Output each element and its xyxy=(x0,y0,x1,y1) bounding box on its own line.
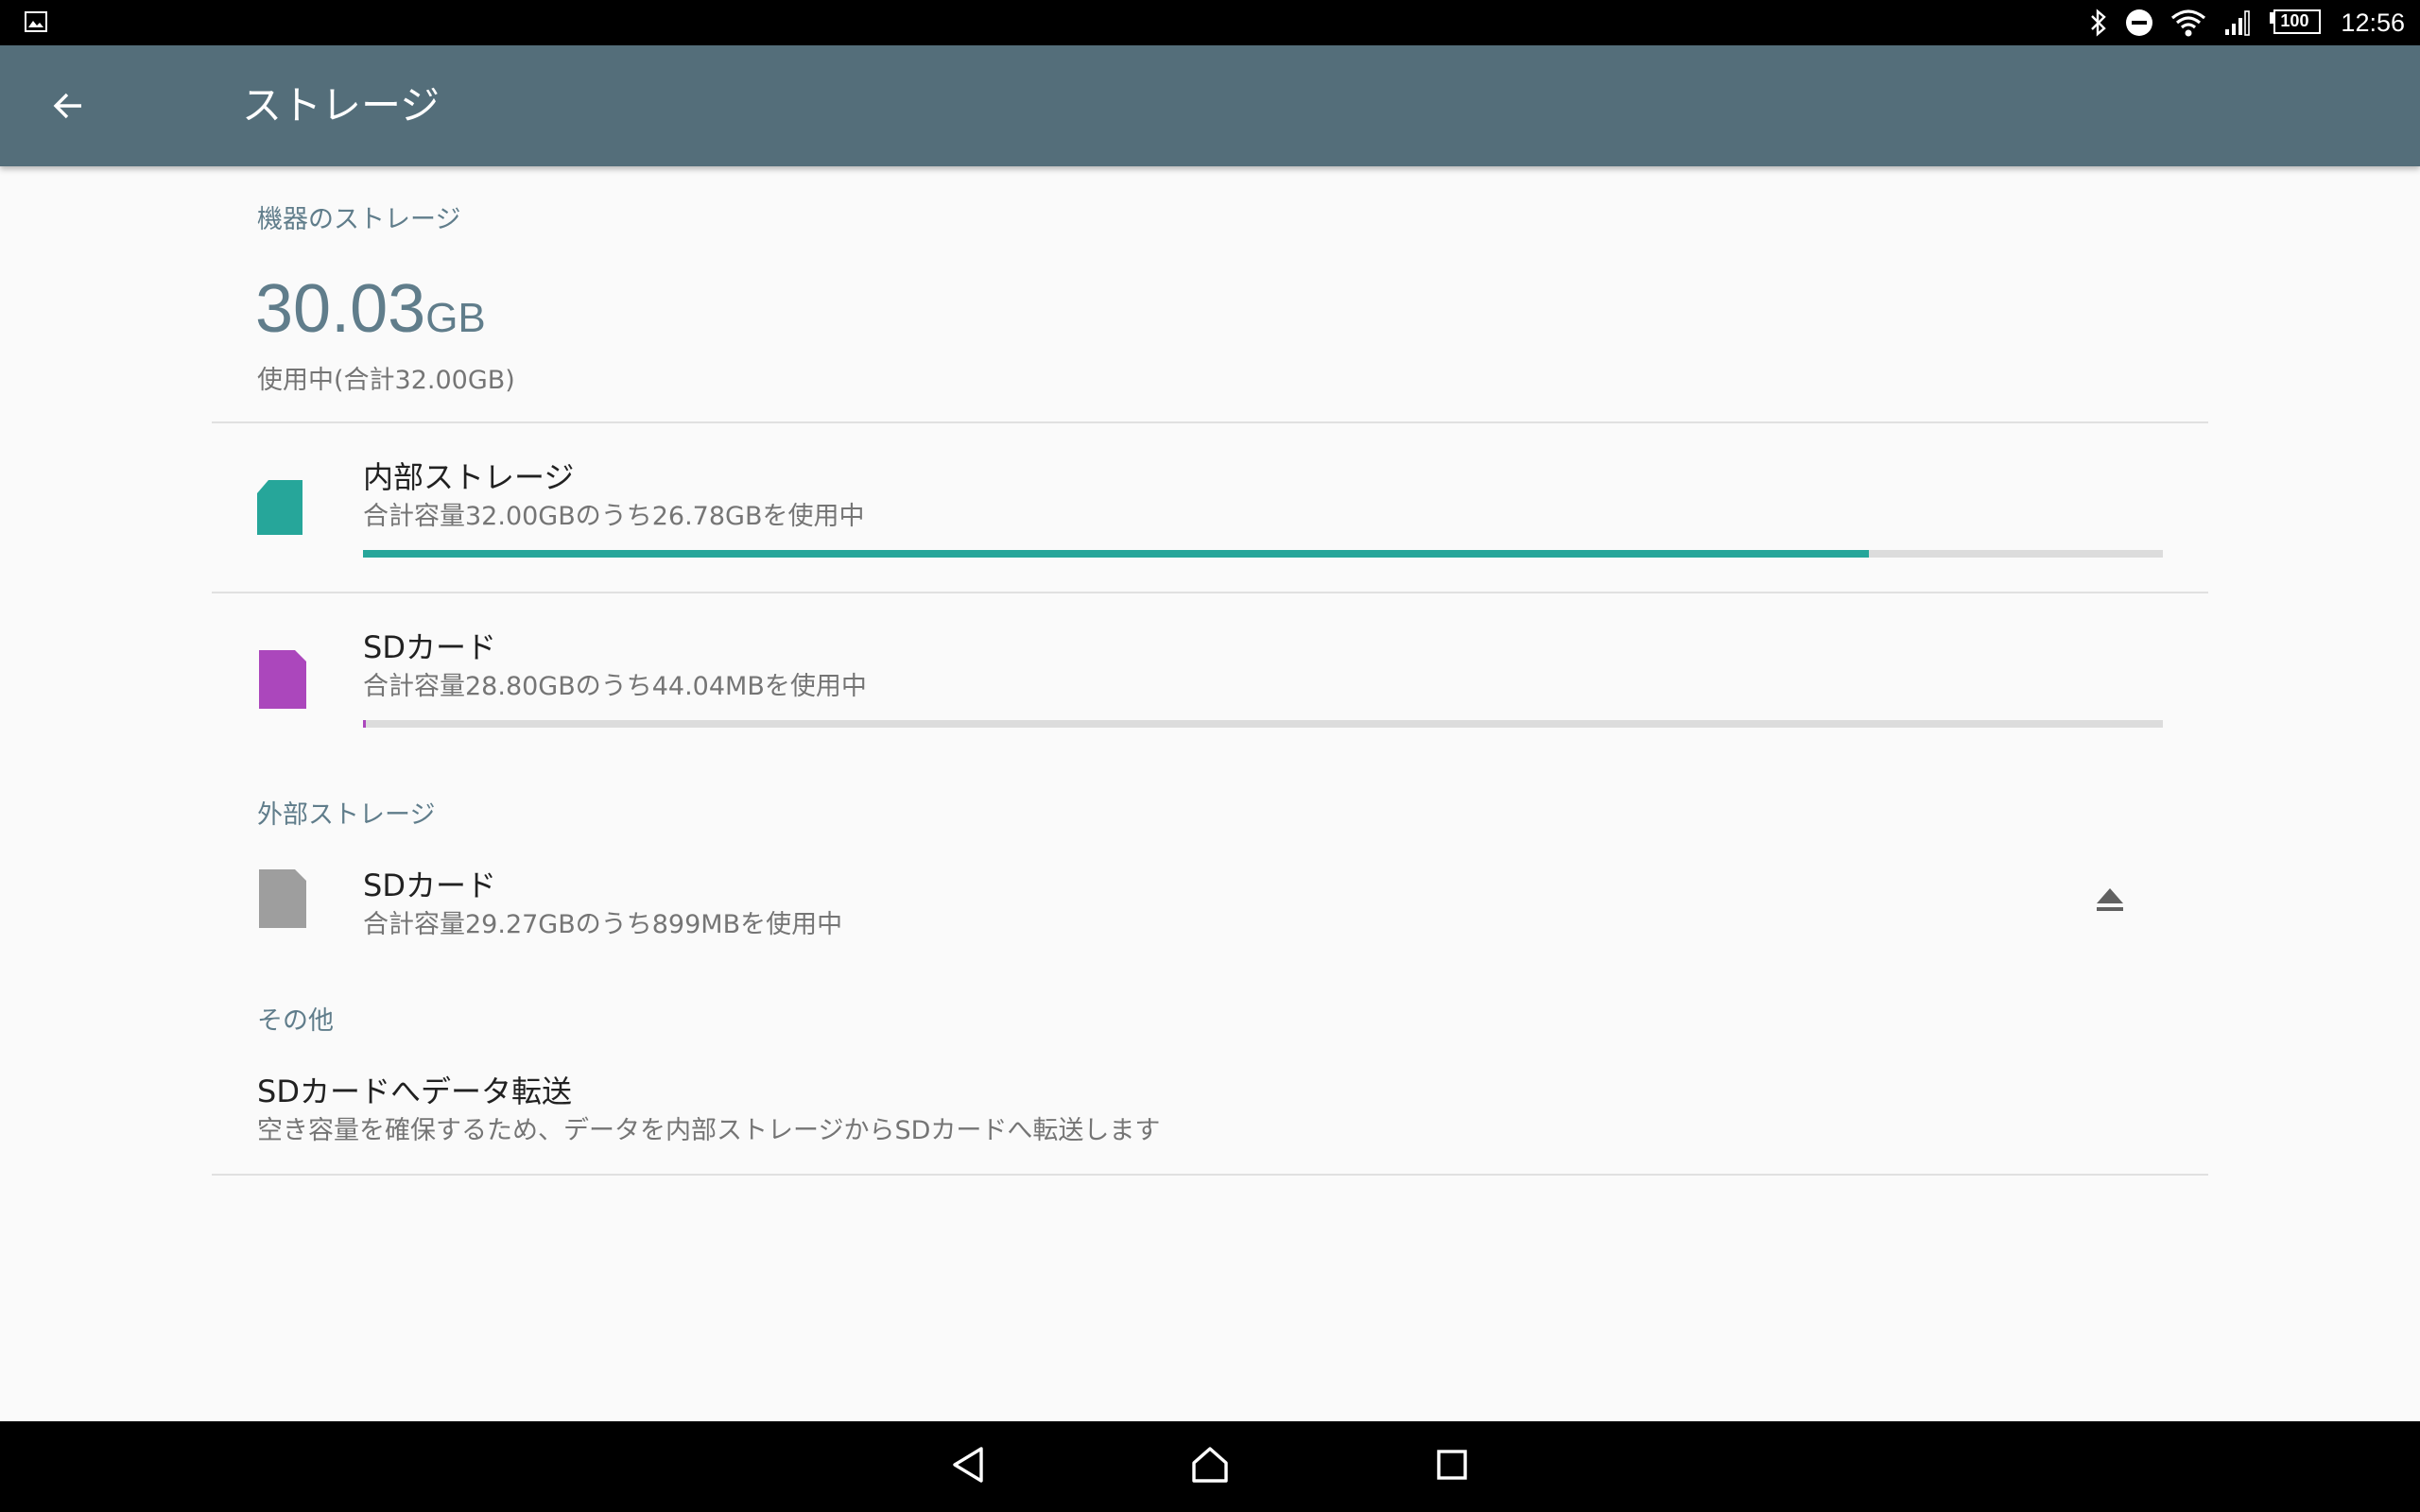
usage-bar xyxy=(363,550,2163,558)
sd-card-icon xyxy=(259,869,306,932)
storage-settings-content: 機器のストレージ 30.03GB 使用中(合計32.00GB) 内部ストレージ … xyxy=(0,166,2420,1421)
battery-icon: 100 xyxy=(2269,9,2322,37)
arrow-back-icon xyxy=(51,89,85,127)
status-bar: 100 12:56 xyxy=(0,0,2420,45)
storage-item-title: SDカード xyxy=(363,629,496,665)
used-unit: GB xyxy=(425,295,486,341)
recents-nav-icon xyxy=(1436,1449,1468,1485)
storage-item-sd-card[interactable]: SDカード 合計容量28.80GBのうち44.04MBを使用中 xyxy=(212,593,2208,762)
eject-button[interactable] xyxy=(2076,868,2144,936)
page-title: ストレージ xyxy=(242,82,441,129)
wifi-icon xyxy=(2170,9,2206,37)
nav-recents-button[interactable] xyxy=(1414,1436,1490,1497)
transfer-title: SDカードへデータ転送 xyxy=(257,1074,572,1109)
divider xyxy=(212,1174,2208,1176)
app-bar: ストレージ xyxy=(0,45,2420,166)
nav-back-button[interactable] xyxy=(930,1436,1006,1497)
bluetooth-icon xyxy=(2089,9,2108,37)
usage-bar-fill xyxy=(363,550,1870,558)
storage-item-subtitle: 合計容量28.80GBのうち44.04MBを使用中 xyxy=(363,672,867,701)
cellular-signal-icon xyxy=(2223,9,2252,37)
section-header-other: その他 xyxy=(257,1006,334,1036)
sd-card-icon xyxy=(259,650,306,713)
section-header-external-storage: 外部ストレージ xyxy=(257,800,436,830)
clock: 12:56 xyxy=(2341,8,2405,37)
transfer-subtitle: 空き容量を確保するため、データを内部ストレージからSDカードへ転送します xyxy=(257,1116,1161,1145)
used-caption: 使用中(合計32.00GB) xyxy=(257,366,515,395)
eject-icon xyxy=(2095,886,2125,917)
storage-item-subtitle: 合計容量29.27GBのうち899MBを使用中 xyxy=(363,910,843,939)
storage-item-external-sd-card[interactable]: SDカード 合計容量29.27GBのうち899MBを使用中 xyxy=(212,847,2208,956)
home-nav-icon xyxy=(1190,1446,1230,1487)
usage-bar xyxy=(363,720,2163,728)
do-not-disturb-icon xyxy=(2125,9,2153,37)
nav-home-button[interactable] xyxy=(1172,1436,1248,1497)
storage-item-internal[interactable]: 内部ストレージ 合計容量32.00GBのうち26.78GBを使用中 xyxy=(212,423,2208,592)
navigation-bar xyxy=(0,1421,2420,1512)
back-button[interactable] xyxy=(38,77,98,138)
transfer-data-to-sd-item[interactable]: SDカードへデータ転送 空き容量を確保するため、データを内部ストレージからSDカ… xyxy=(212,1051,2208,1172)
image-notification-icon xyxy=(25,11,47,32)
internal-storage-icon xyxy=(257,480,302,539)
used-value: 30.03 xyxy=(255,271,426,347)
storage-item-subtitle: 合計容量32.00GBのうち26.78GBを使用中 xyxy=(363,502,865,531)
back-nav-icon xyxy=(951,1446,985,1487)
battery-level: 100 xyxy=(2280,11,2309,30)
storage-used-total: 30.03GB xyxy=(255,270,486,348)
section-header-device-storage: 機器のストレージ xyxy=(257,205,461,234)
storage-item-title: SDカード xyxy=(363,868,496,903)
usage-bar-fill xyxy=(363,720,366,728)
storage-item-title: 内部ストレージ xyxy=(363,459,575,495)
